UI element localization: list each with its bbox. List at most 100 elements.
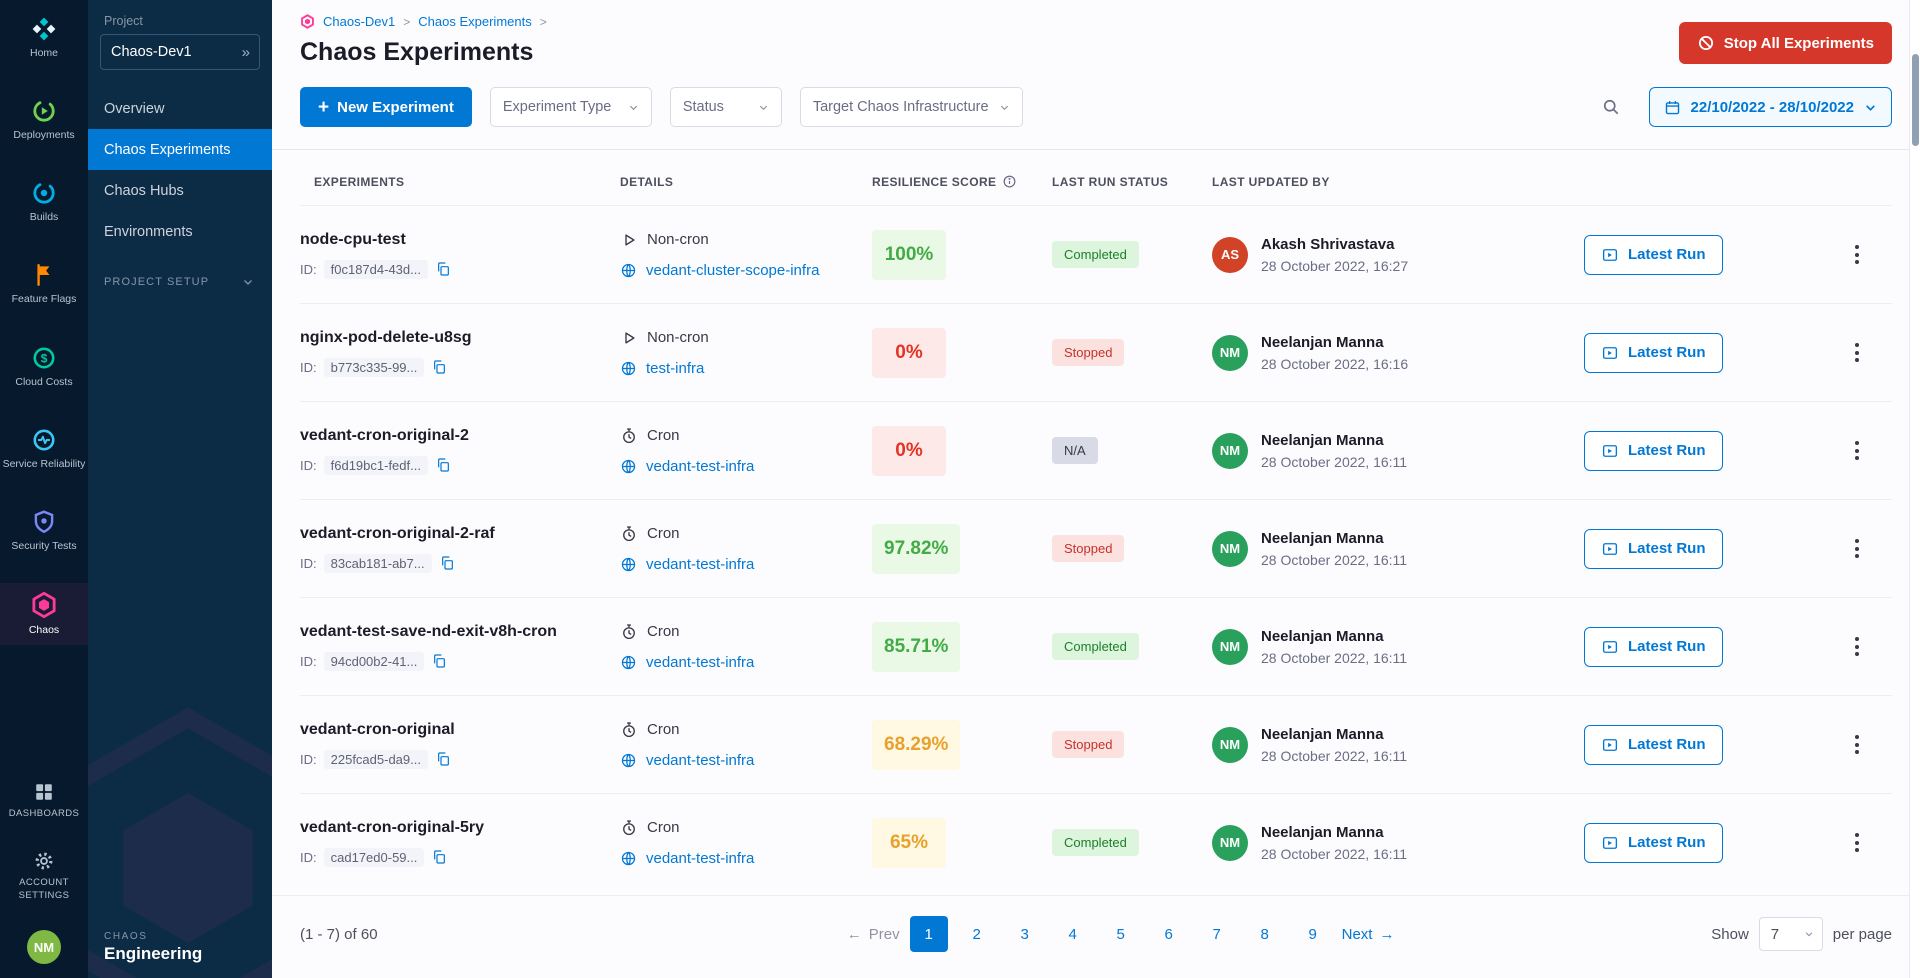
sidebar-item-environments[interactable]: Environments (88, 211, 272, 252)
prev-page-button[interactable]: ← Prev (847, 926, 900, 943)
row-menu-button[interactable] (1842, 430, 1872, 472)
infrastructure-link[interactable]: vedant-test-infra (646, 752, 754, 769)
experiment-name[interactable]: vedant-cron-original (300, 721, 620, 739)
experiments-table-body: node-cpu-test ID: f0c187d4-43d... (272, 205, 1920, 891)
module-nav-rail: Home Deployments Builds Feature Flags $ … (0, 0, 88, 978)
latest-run-button[interactable]: Latest Run (1584, 333, 1723, 373)
sidebar-item-overview[interactable]: Overview (88, 88, 272, 129)
nav-deployments[interactable]: Deployments (0, 90, 88, 150)
copy-id-button[interactable] (439, 555, 455, 571)
copy-id-button[interactable] (435, 751, 451, 767)
breadcrumb-project[interactable]: Chaos-Dev1 (323, 14, 395, 29)
status-filter[interactable]: Status (670, 87, 782, 127)
experiment-name[interactable]: node-cpu-test (300, 231, 620, 249)
stop-all-experiments-button[interactable]: Stop All Experiments (1679, 22, 1892, 64)
user-name: Akash Shrivastava (1261, 236, 1408, 253)
infrastructure-link[interactable]: test-infra (646, 360, 704, 377)
nav-security-tests[interactable]: Security Tests (0, 501, 88, 561)
schedule-type: Cron (647, 427, 680, 444)
copy-id-button[interactable] (431, 359, 447, 375)
nav-feature-flags[interactable]: Feature Flags (0, 254, 88, 314)
nav-account-settings[interactable]: ACCOUNT SETTINGS (0, 842, 88, 910)
date-range-picker[interactable]: 22/10/2022 - 28/10/2022 (1649, 87, 1892, 127)
infrastructure-link[interactable]: vedant-test-infra (646, 556, 754, 573)
window-scrollbar[interactable] (1909, 0, 1920, 978)
nav-home[interactable]: Home (0, 8, 88, 68)
table-row: node-cpu-test ID: f0c187d4-43d... (300, 205, 1892, 303)
user-name: Neelanjan Manna (1261, 432, 1407, 449)
nav-cloud-costs[interactable]: $ Cloud Costs (0, 337, 88, 397)
last-run-status-cell: Stopped (1052, 535, 1212, 562)
nav-feature-flags-label: Feature Flags (12, 293, 77, 306)
user-meta: Neelanjan Manna 28 October 2022, 16:11 (1261, 726, 1407, 764)
latest-run-button[interactable]: Latest Run (1584, 235, 1723, 275)
page-button-5[interactable]: 5 (1102, 916, 1140, 952)
infrastructure-link[interactable]: vedant-test-infra (646, 458, 754, 475)
experiment-name[interactable]: vedant-test-save-nd-exit-v8h-cron (300, 623, 620, 641)
latest-run-button[interactable]: Latest Run (1584, 823, 1723, 863)
copy-id-button[interactable] (435, 457, 451, 473)
resilience-score: 68.29% (872, 720, 960, 770)
infrastructure-link[interactable]: vedant-cluster-scope-infra (646, 262, 819, 279)
next-page-button[interactable]: Next → (1342, 926, 1395, 943)
latest-run-button[interactable]: Latest Run (1584, 431, 1723, 471)
experiment-name[interactable]: vedant-cron-original-2-raf (300, 525, 620, 543)
table-row: vedant-cron-original ID: 225fcad5-da9... (300, 695, 1892, 793)
experiment-name[interactable]: vedant-cron-original-2 (300, 427, 620, 445)
page-button-3[interactable]: 3 (1006, 916, 1044, 952)
target-infrastructure-filter[interactable]: Target Chaos Infrastructure (800, 87, 1023, 127)
project-selector[interactable]: Chaos-Dev1 » (100, 34, 260, 70)
page-button-2[interactable]: 2 (958, 916, 996, 952)
experiment-type-filter[interactable]: Experiment Type (490, 87, 652, 127)
latest-run-button[interactable]: Latest Run (1584, 627, 1723, 667)
scrollbar-thumb[interactable] (1912, 54, 1919, 146)
page-button-9[interactable]: 9 (1294, 916, 1332, 952)
per-page-select[interactable]: 7 (1759, 917, 1823, 951)
row-menu-button[interactable] (1842, 822, 1872, 864)
page-button-7[interactable]: 7 (1198, 916, 1236, 952)
infrastructure-line: vedant-test-infra (620, 556, 872, 573)
details-cell: Cron vedant-test-infra (620, 623, 872, 671)
row-menu-button[interactable] (1842, 234, 1872, 276)
show-label: Show (1711, 926, 1749, 943)
row-menu-button[interactable] (1842, 528, 1872, 570)
experiment-name[interactable]: nginx-pod-delete-u8sg (300, 329, 620, 347)
nav-dashboards[interactable]: DASHBOARDS (0, 773, 88, 828)
breadcrumb-experiments[interactable]: Chaos Experiments (418, 14, 531, 29)
schedule-type: Cron (647, 721, 680, 738)
latest-run-button[interactable]: Latest Run (1584, 529, 1723, 569)
page-button-6[interactable]: 6 (1150, 916, 1188, 952)
latest-run-button[interactable]: Latest Run (1584, 725, 1723, 765)
infrastructure-link[interactable]: vedant-test-infra (646, 850, 754, 867)
infrastructure-icon (620, 458, 637, 475)
experiment-name[interactable]: vedant-cron-original-5ry (300, 819, 620, 837)
page-button-4[interactable]: 4 (1054, 916, 1092, 952)
nav-builds[interactable]: Builds (0, 172, 88, 232)
sidebar-item-chaos-experiments[interactable]: Chaos Experiments (88, 129, 272, 170)
copy-id-button[interactable] (431, 849, 447, 865)
builds-icon (31, 180, 57, 206)
row-menu-button[interactable] (1842, 332, 1872, 374)
experiment-id: b773c335-99... (324, 358, 425, 377)
info-icon[interactable] (1002, 174, 1017, 189)
row-menu-button[interactable] (1842, 626, 1872, 668)
project-setup-toggle[interactable]: PROJECT SETUP (88, 276, 272, 288)
user-avatar: NM (1212, 727, 1248, 763)
nav-service-reliability[interactable]: Service Reliability (0, 419, 88, 479)
page-button-8[interactable]: 8 (1246, 916, 1284, 952)
table-header-row: EXPERIMENTS DETAILS RESILIENCE SCORE LAS… (300, 150, 1892, 205)
page-button-1[interactable]: 1 (910, 916, 948, 952)
search-button[interactable] (1591, 87, 1631, 127)
infrastructure-line: vedant-cluster-scope-infra (620, 262, 872, 279)
sidebar-item-chaos-hubs[interactable]: Chaos Hubs (88, 170, 272, 211)
nav-chaos[interactable]: Chaos (0, 583, 88, 645)
infrastructure-link[interactable]: vedant-test-infra (646, 654, 754, 671)
new-experiment-button[interactable]: + New Experiment (300, 87, 472, 127)
schedule-type: Non-cron (647, 329, 709, 346)
row-menu-button[interactable] (1842, 724, 1872, 766)
chaos-module-icon (300, 14, 315, 29)
user-avatar-rail[interactable]: NM (27, 930, 61, 964)
expand-sidebar-icon[interactable]: » (242, 44, 250, 61)
copy-id-button[interactable] (431, 653, 447, 669)
copy-id-button[interactable] (435, 261, 451, 277)
